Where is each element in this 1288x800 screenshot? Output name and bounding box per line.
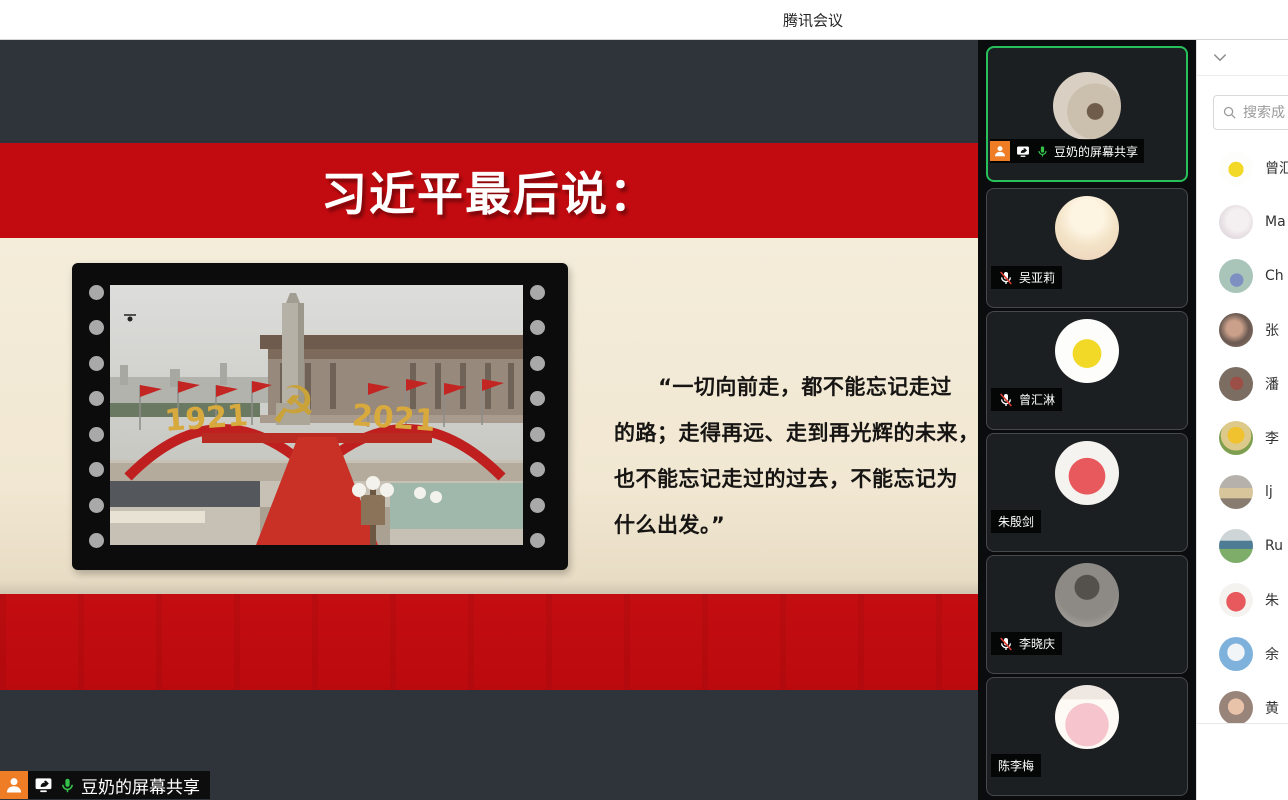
avatar (1219, 421, 1253, 455)
avatar (1219, 313, 1253, 347)
member-row[interactable]: Ma (1197, 195, 1288, 249)
avatar (1055, 196, 1119, 260)
member-name: Ma (1265, 214, 1286, 230)
member-name: 曾汇 (1265, 158, 1288, 178)
participant-name: 陈李梅 (998, 757, 1034, 774)
participant-name: 李晓庆 (1019, 635, 1055, 652)
member-row[interactable]: lj (1197, 465, 1288, 519)
mic-on-icon (59, 776, 76, 795)
avatar (1219, 205, 1253, 239)
app-title: 腾讯会议 (783, 9, 843, 30)
member-search-box[interactable] (1213, 95, 1288, 130)
tiananmen-celebration-photo: ☭ 1921 2021 (110, 285, 523, 545)
member-row[interactable]: 曾汇 (1197, 141, 1288, 195)
slide-title-banner: 习近平最后说： (0, 143, 978, 238)
participant-name: 吴亚莉 (1019, 269, 1055, 286)
film-strip-frame: ☭ 1921 2021 (72, 263, 568, 570)
film-perforations-right (530, 285, 546, 548)
year-2021: 2021 (351, 398, 437, 439)
member-name: 张 (1265, 320, 1279, 340)
member-name: lj (1265, 484, 1273, 500)
video-tile[interactable]: 曾汇淋 (986, 311, 1188, 430)
video-tile[interactable]: 李晓庆 (986, 555, 1188, 674)
avatar (1219, 259, 1253, 293)
member-row[interactable]: 黄 (1197, 681, 1288, 723)
video-tile[interactable]: 陈李梅 (986, 677, 1188, 796)
mic-muted-icon (998, 270, 1014, 286)
screen-share-indicator: 豆奶的屏幕共享 (0, 771, 210, 799)
avatar (1055, 563, 1119, 627)
avatar (1219, 529, 1253, 563)
mic-on-icon (1036, 144, 1049, 159)
video-tile[interactable]: 朱殷剑 (986, 433, 1188, 552)
member-name: Ch (1265, 268, 1284, 284)
member-name: 潘 (1265, 374, 1279, 394)
member-list-panel: 曾汇 Ma Ch 张 潘 李 (1196, 40, 1288, 800)
video-thumbnail-strip: 豆奶的屏幕共享 吴亚莉 (978, 40, 1196, 800)
person-icon (990, 141, 1010, 161)
member-name: 李 (1265, 428, 1279, 448)
panel-bottom-area (1197, 724, 1288, 800)
mic-muted-icon (998, 392, 1014, 408)
member-row[interactable]: 余 (1197, 627, 1288, 681)
member-row[interactable]: 朱 (1197, 573, 1288, 627)
chevron-down-icon[interactable] (1211, 51, 1229, 65)
video-tile[interactable]: 吴亚莉 (986, 188, 1188, 308)
member-row[interactable]: Ch (1197, 249, 1288, 303)
film-perforations-left (89, 285, 105, 548)
search-icon (1222, 105, 1237, 120)
panel-divider (1197, 75, 1288, 76)
participant-name: 豆奶的屏幕共享 (1054, 143, 1138, 160)
avatar (1219, 367, 1253, 401)
video-tile-sharer[interactable]: 豆奶的屏幕共享 (986, 46, 1188, 182)
member-row[interactable]: 张 (1197, 303, 1288, 357)
avatar (1219, 637, 1253, 671)
member-row[interactable]: Ru (1197, 519, 1288, 573)
slide-heading: 习近平最后说： (321, 158, 657, 224)
shared-screen-stage: 习近平最后说： (0, 40, 978, 800)
quote-line: 也不能忘记走过的过去，不能忘记为 (614, 456, 976, 502)
member-list: 曾汇 Ma Ch 张 潘 李 (1197, 141, 1288, 723)
year-1921: 1921 (163, 398, 249, 439)
party-emblem-icon: ☭ (270, 376, 317, 436)
member-name: 朱 (1265, 590, 1279, 610)
avatar (1219, 583, 1253, 617)
search-input[interactable] (1243, 105, 1288, 121)
avatar (1055, 685, 1119, 749)
quote-line: 的路；走得再远、走到再光辉的未来， (614, 410, 976, 456)
meeting-window: 腾讯会议 习近平最后说： (0, 0, 1288, 800)
participant-name: 朱殷剑 (998, 513, 1034, 530)
slide-quote: “一切向前走，都不能忘记走过 的路；走得再远、走到再光辉的未来， 也不能忘记走过… (614, 364, 976, 548)
slide-body: ☭ 1921 2021 (0, 238, 978, 594)
title-bar: 腾讯会议 (0, 0, 1288, 40)
avatar (1053, 72, 1121, 140)
avatar (1219, 475, 1253, 509)
mic-muted-icon (998, 636, 1014, 652)
screen-share-icon (33, 775, 54, 795)
member-name: 余 (1265, 644, 1279, 664)
member-row[interactable]: 李 (1197, 411, 1288, 465)
slide-footer-band (0, 594, 978, 690)
avatar (1219, 151, 1253, 185)
avatar (1219, 691, 1253, 723)
person-icon (0, 771, 28, 799)
quote-line: 什么出发。” (614, 502, 976, 548)
screen-share-icon (1015, 144, 1031, 159)
participant-name: 曾汇淋 (1019, 391, 1055, 408)
member-row[interactable]: 潘 (1197, 357, 1288, 411)
member-name: 黄 (1265, 698, 1279, 718)
avatar (1055, 441, 1119, 505)
screen-share-label: 豆奶的屏幕共享 (81, 773, 200, 798)
quote-line: “一切向前走，都不能忘记走过 (614, 364, 976, 410)
avatar (1055, 319, 1119, 383)
member-name: Ru (1265, 538, 1283, 554)
